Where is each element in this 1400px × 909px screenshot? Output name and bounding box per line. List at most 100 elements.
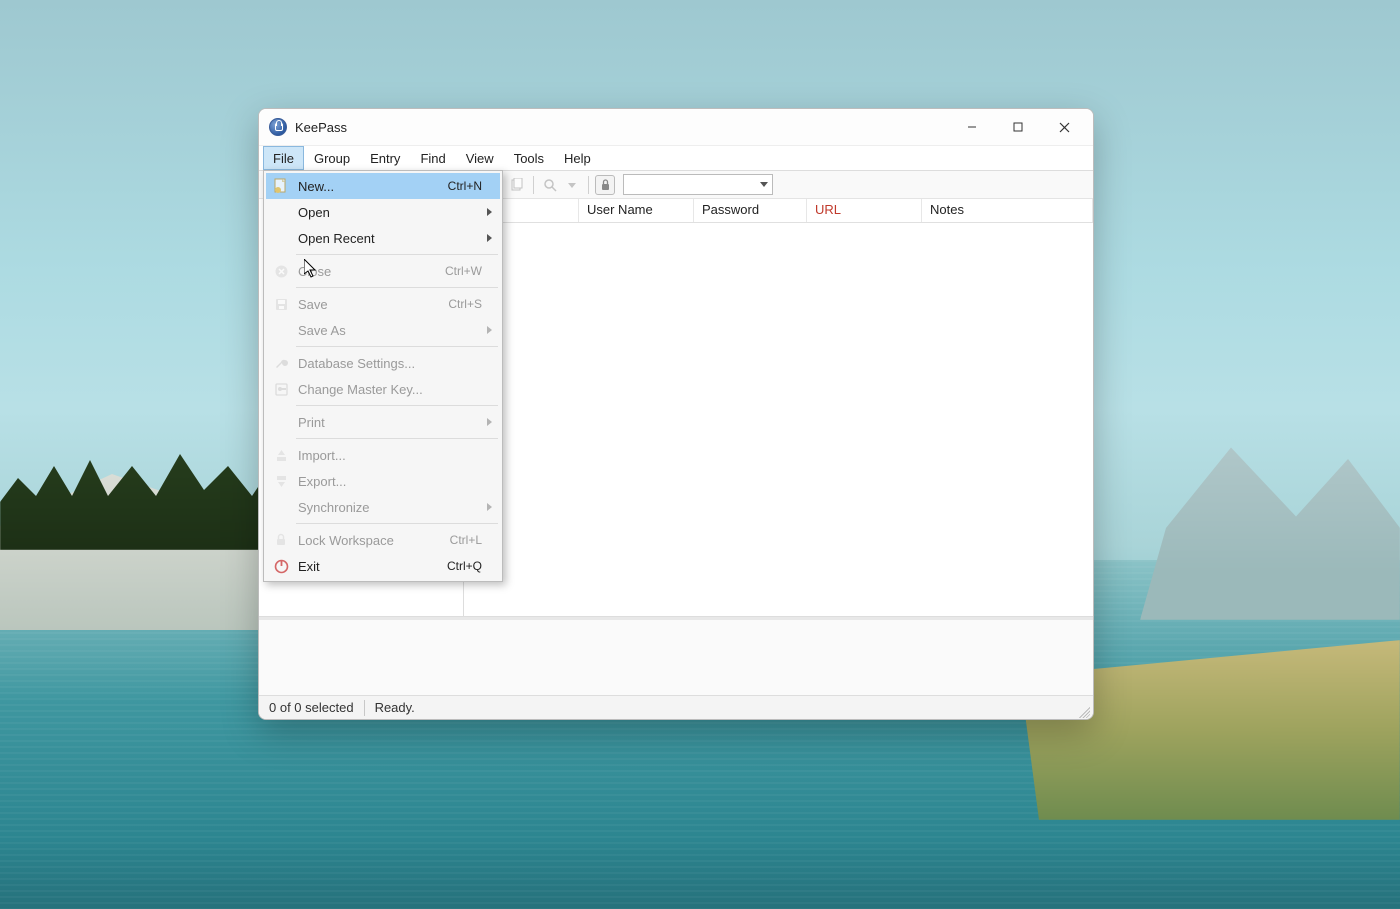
menu-separator bbox=[296, 523, 498, 524]
menu-help-label: Help bbox=[564, 151, 591, 166]
file-menu-import-label: Import... bbox=[298, 448, 346, 463]
chevron-down-icon bbox=[760, 182, 768, 187]
file-menu-dropdown: New... Ctrl+N Open Open Recent Close Ctr… bbox=[263, 170, 503, 582]
menu-separator bbox=[296, 346, 498, 347]
file-menu-sync-label: Synchronize bbox=[298, 500, 370, 515]
import-icon bbox=[272, 446, 290, 464]
submenu-arrow-icon bbox=[487, 326, 492, 334]
file-menu-save[interactable]: Save Ctrl+S bbox=[266, 291, 500, 317]
resize-grip-icon[interactable] bbox=[1076, 704, 1090, 718]
menu-find[interactable]: Find bbox=[410, 146, 455, 170]
file-menu-new[interactable]: New... Ctrl+N bbox=[266, 173, 500, 199]
menu-tools[interactable]: Tools bbox=[504, 146, 554, 170]
entry-list[interactable] bbox=[464, 223, 1093, 616]
menu-tools-label: Tools bbox=[514, 151, 544, 166]
menu-separator bbox=[296, 254, 498, 255]
close-circle-icon bbox=[272, 262, 290, 280]
save-icon bbox=[272, 295, 290, 313]
file-menu-exit[interactable]: Exit Ctrl+Q bbox=[266, 553, 500, 579]
keepass-window: KeePass File Group Entry Find View Tools… bbox=[258, 108, 1094, 720]
toolbar-search-icon[interactable] bbox=[540, 175, 560, 195]
file-menu-lock-label: Lock Workspace bbox=[298, 533, 394, 548]
menu-entry-label: Entry bbox=[370, 151, 400, 166]
file-menu-change-key-label: Change Master Key... bbox=[298, 382, 423, 397]
app-icon bbox=[269, 118, 287, 136]
menu-view[interactable]: View bbox=[456, 146, 504, 170]
file-menu-new-shortcut: Ctrl+N bbox=[448, 179, 500, 193]
maximize-icon bbox=[1013, 122, 1023, 132]
power-icon bbox=[272, 557, 290, 575]
file-menu-print-label: Print bbox=[298, 415, 325, 430]
minimize-button[interactable] bbox=[949, 111, 995, 143]
lock-icon bbox=[600, 179, 611, 191]
file-menu-open[interactable]: Open bbox=[266, 199, 500, 225]
export-icon bbox=[272, 472, 290, 490]
status-bar: 0 of 0 selected Ready. bbox=[259, 695, 1093, 719]
file-menu-database-settings[interactable]: Database Settings... bbox=[266, 350, 500, 376]
file-menu-save-shortcut: Ctrl+S bbox=[448, 297, 500, 311]
toolbar-quicksearch-combo[interactable] bbox=[623, 174, 773, 195]
file-menu-close-shortcut: Ctrl+W bbox=[445, 264, 500, 278]
menu-file[interactable]: File bbox=[263, 146, 304, 170]
toolbar-lock-button[interactable] bbox=[595, 175, 615, 195]
entry-detail-pane[interactable] bbox=[259, 617, 1093, 695]
menu-separator bbox=[296, 287, 498, 288]
column-username[interactable]: User Name bbox=[579, 199, 694, 222]
submenu-arrow-icon bbox=[487, 234, 492, 242]
maximize-button[interactable] bbox=[995, 111, 1041, 143]
column-headers: Title User Name Password URL Notes bbox=[464, 199, 1093, 223]
status-text: Ready. bbox=[365, 700, 425, 715]
window-controls bbox=[949, 111, 1087, 143]
file-menu-export[interactable]: Export... bbox=[266, 468, 500, 494]
submenu-arrow-icon bbox=[487, 418, 492, 426]
window-title: KeePass bbox=[295, 120, 347, 135]
file-menu-save-as-label: Save As bbox=[298, 323, 346, 338]
file-menu-open-label: Open bbox=[298, 205, 330, 220]
wrench-icon bbox=[272, 354, 290, 372]
menu-help[interactable]: Help bbox=[554, 146, 601, 170]
file-menu-exit-label: Exit bbox=[298, 559, 320, 574]
file-menu-open-recent-label: Open Recent bbox=[298, 231, 375, 246]
file-menu-lock-workspace[interactable]: Lock Workspace Ctrl+L bbox=[266, 527, 500, 553]
file-menu-exit-shortcut: Ctrl+Q bbox=[447, 559, 500, 573]
key-box-icon bbox=[272, 380, 290, 398]
new-file-icon bbox=[272, 177, 290, 195]
column-notes[interactable]: Notes bbox=[922, 199, 1093, 222]
file-menu-close[interactable]: Close Ctrl+W bbox=[266, 258, 500, 284]
file-menu-save-as[interactable]: Save As bbox=[266, 317, 500, 343]
close-icon bbox=[1059, 122, 1070, 133]
submenu-arrow-icon bbox=[487, 503, 492, 511]
menu-separator bbox=[296, 438, 498, 439]
menu-file-label: File bbox=[273, 151, 294, 166]
status-selection: 0 of 0 selected bbox=[259, 700, 364, 715]
submenu-arrow-icon bbox=[487, 208, 492, 216]
file-menu-open-recent[interactable]: Open Recent bbox=[266, 225, 500, 251]
title-bar[interactable]: KeePass bbox=[259, 109, 1093, 145]
file-menu-lock-shortcut: Ctrl+L bbox=[450, 533, 500, 547]
menu-group-label: Group bbox=[314, 151, 350, 166]
column-password[interactable]: Password bbox=[694, 199, 807, 222]
column-url[interactable]: URL bbox=[807, 199, 922, 222]
toolbar-separator bbox=[533, 176, 534, 194]
file-menu-change-master-key[interactable]: Change Master Key... bbox=[266, 376, 500, 402]
toolbar-dropdown-arrow-icon[interactable] bbox=[562, 175, 582, 195]
menu-entry[interactable]: Entry bbox=[360, 146, 410, 170]
file-menu-synchronize[interactable]: Synchronize bbox=[266, 494, 500, 520]
menu-separator bbox=[296, 405, 498, 406]
file-menu-close-label: Close bbox=[298, 264, 331, 279]
entry-list-pane: Title User Name Password URL Notes bbox=[464, 199, 1093, 616]
menu-find-label: Find bbox=[420, 151, 445, 166]
file-menu-import[interactable]: Import... bbox=[266, 442, 500, 468]
file-menu-new-label: New... bbox=[298, 179, 334, 194]
lock-icon bbox=[272, 531, 290, 549]
toolbar-copy-icon[interactable] bbox=[507, 175, 527, 195]
menu-bar: File Group Entry Find View Tools Help bbox=[259, 145, 1093, 171]
file-menu-export-label: Export... bbox=[298, 474, 346, 489]
file-menu-print[interactable]: Print bbox=[266, 409, 500, 435]
close-button[interactable] bbox=[1041, 111, 1087, 143]
file-menu-save-label: Save bbox=[298, 297, 328, 312]
file-menu-db-settings-label: Database Settings... bbox=[298, 356, 415, 371]
menu-view-label: View bbox=[466, 151, 494, 166]
menu-group[interactable]: Group bbox=[304, 146, 360, 170]
toolbar-separator bbox=[588, 176, 589, 194]
